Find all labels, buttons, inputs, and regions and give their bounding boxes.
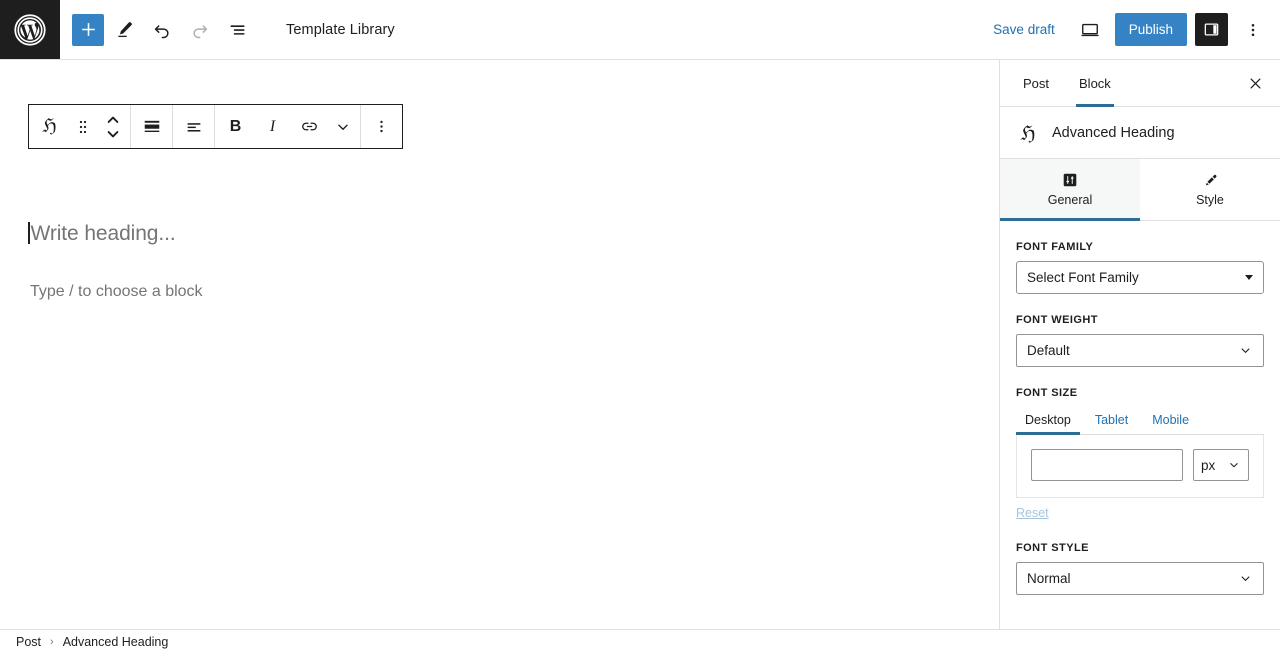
link-button[interactable] [291,105,328,148]
device-tab-tablet[interactable]: Tablet [1086,407,1137,434]
tools-button[interactable] [106,12,142,48]
add-block-button[interactable] [72,13,104,46]
advanced-heading-icon: ℌ [42,115,57,137]
undo-button[interactable] [144,12,180,48]
font-size-label: FONT SIZE [1016,387,1078,399]
more-rich-text-chevron-down-icon[interactable] [328,105,358,148]
italic-icon: I [269,117,276,135]
selected-block-name: Advanced Heading [1052,124,1175,141]
chevron-down-icon [1238,343,1253,358]
font-size-unit-select[interactable]: px [1193,449,1249,481]
sliders-icon [1063,172,1077,188]
change-block-alignment-button[interactable] [133,105,170,148]
block-toolbar-group-text-align [173,105,215,148]
redo-button[interactable] [182,12,218,48]
bold-icon: B [229,117,242,135]
font-family-label: FONT FAMILY [1016,241,1094,253]
advanced-heading-icon: ℌ [1020,120,1036,145]
chevron-down-icon [1238,571,1253,586]
device-tab-desktop[interactable]: Desktop [1016,407,1080,435]
font-size-controls: px [1016,435,1264,498]
font-style-label: FONT STYLE [1016,542,1089,554]
breadcrumb: Post › Advanced Heading [0,629,1280,653]
wordpress-block-editor: Template Library Save draft Publish ℌ B … [0,0,1280,653]
publish-button[interactable]: Publish [1114,13,1187,46]
field-font-weight: FONT WEIGHT Default [1016,314,1264,367]
chevron-down-icon [1227,458,1241,472]
document-title[interactable]: Template Library [286,22,395,38]
tab-block[interactable]: Block [1064,60,1126,107]
settings-sidebar: Post Block ℌ Advanced Heading General St… [1000,60,1280,629]
wordpress-logo-icon[interactable] [0,0,60,59]
tab-post[interactable]: Post [1008,60,1064,106]
heading-placeholder-text: Write heading... [30,222,176,245]
editor-canvas[interactable]: ℌ B I Write heading... Type / to choose … [0,60,1000,629]
block-toolbar-group-options [361,105,402,148]
font-size-device-tabs: Desktop Tablet Mobile [1016,407,1264,435]
block-toolbar-group-block-align [131,105,173,148]
subtab-style[interactable]: Style [1140,159,1280,220]
heading-block-placeholder[interactable]: Write heading... [28,222,176,246]
field-font-size: FONT SIZE Desktop Tablet Mobile px Reset [1016,387,1264,522]
breadcrumb-separator-icon: › [50,635,54,648]
font-weight-label: FONT WEIGHT [1016,314,1098,326]
more-options-vertical-dots-icon[interactable] [1236,13,1270,47]
font-style-value: Normal [1027,571,1071,586]
font-family-select[interactable]: Select Font Family [1016,261,1264,294]
block-options-vertical-dots-icon[interactable] [363,105,400,148]
font-size-unit-value: px [1201,457,1216,473]
change-text-alignment-button[interactable] [175,105,212,148]
device-tab-mobile[interactable]: Mobile [1143,407,1198,434]
subtab-style-label: Style [1196,193,1224,207]
font-weight-select[interactable]: Default [1016,334,1264,367]
block-toolbar-group-block: ℌ [29,105,131,148]
move-up-down-icon[interactable] [98,105,128,148]
block-toolbar-group-formatting: B I [215,105,361,148]
paragraph-block-placeholder[interactable]: Type / to choose a block [30,283,203,301]
save-draft-button[interactable]: Save draft [983,16,1065,43]
sidebar-subtab-bar: General Style [1000,159,1280,221]
font-size-reset-link[interactable]: Reset [1016,506,1049,520]
caret-down-icon [1245,275,1253,280]
drag-handle-button[interactable] [68,105,98,148]
selected-block-header: ℌ Advanced Heading [1000,107,1280,159]
sidebar-tab-bar: Post Block [1000,60,1280,107]
breadcrumb-item-advanced-heading[interactable]: Advanced Heading [63,635,169,649]
header-tools-group: Template Library [60,0,395,59]
block-toolbar: ℌ B I [28,104,403,149]
font-style-select[interactable]: Normal [1016,562,1264,595]
subtab-general[interactable]: General [1000,159,1140,221]
subtab-general-label: General [1047,193,1093,207]
sidebar-panel-body: FONT FAMILY Select Font Family FONT WEIG… [1000,221,1280,629]
text-cursor [28,222,30,244]
field-font-style: FONT STYLE Normal [1016,542,1264,595]
italic-button[interactable]: I [254,105,291,148]
bold-button[interactable]: B [217,105,254,148]
desktop-preview-icon[interactable] [1073,13,1107,47]
paintbrush-icon [1203,172,1218,188]
list-view-button[interactable] [220,12,256,48]
sidebar-panel-icon[interactable] [1195,13,1228,46]
editor-body: ℌ B I Write heading... Type / to choose … [0,60,1280,629]
block-type-button[interactable]: ℌ [31,105,68,148]
field-font-family: FONT FAMILY Select Font Family [1016,241,1264,294]
font-family-value: Select Font Family [1027,270,1139,285]
editor-header: Template Library Save draft Publish [0,0,1280,60]
font-size-input[interactable] [1031,449,1183,481]
header-actions-group: Save draft Publish [983,0,1280,59]
breadcrumb-item-post[interactable]: Post [16,635,41,649]
font-weight-value: Default [1027,343,1070,358]
close-icon[interactable] [1236,60,1274,106]
